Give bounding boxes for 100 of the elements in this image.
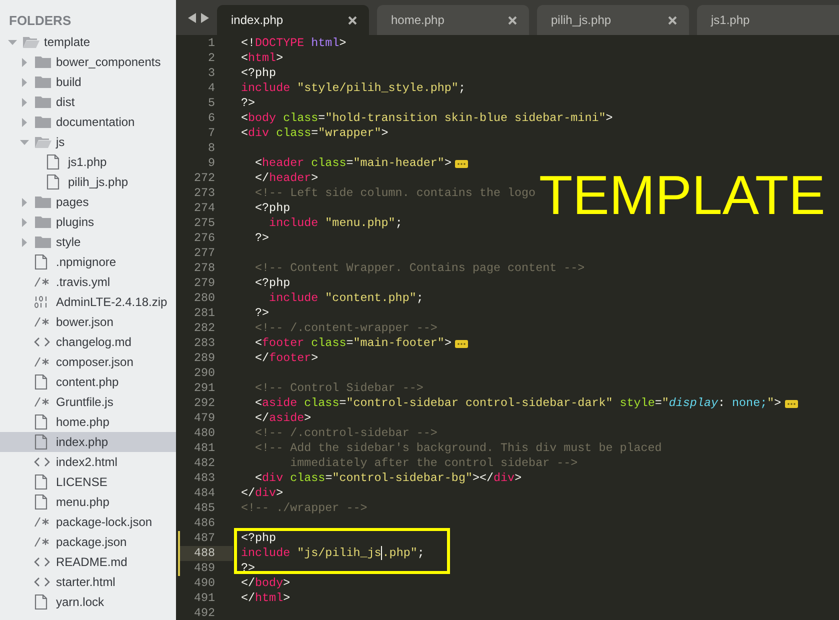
tree-item[interactable]: yarn.lock — [0, 592, 176, 612]
collapsed-arrow-icon[interactable] — [20, 218, 29, 226]
line-number: 489 — [192, 561, 216, 576]
file-icon — [46, 154, 60, 170]
close-icon[interactable] — [668, 16, 677, 24]
open-folder-icon — [22, 35, 40, 49]
code-line: <div class="control-sidebar-bg"></div> — [254, 471, 522, 486]
ellipsis-icon[interactable] — [455, 160, 468, 168]
file-icon — [34, 594, 48, 610]
tree-item[interactable]: changelog.md — [0, 332, 176, 352]
code-line: <aside class="control-sidebar control-sidebar-dark" style="display: none;"> — [254, 396, 782, 411]
file-icon — [34, 374, 48, 390]
code-line: <header class="main-header"> — [254, 156, 452, 171]
code-line: ?> — [241, 96, 256, 111]
tree-item[interactable]: pages — [0, 192, 176, 212]
code-line: <!-- Content Wrapper. Contains page content --> — [254, 261, 585, 276]
editor-tab[interactable]: index.php — [217, 5, 369, 35]
tree-item[interactable]: bower_components — [0, 52, 176, 72]
code-line: </div> — [241, 486, 284, 501]
tree-item[interactable]: LICENSE — [0, 472, 176, 492]
code-icon — [34, 577, 50, 587]
tree-item[interactable]: content.php — [0, 372, 176, 392]
tree-item[interactable]: package.json — [0, 532, 176, 552]
expanded-arrow-icon[interactable] — [20, 138, 29, 146]
file-icon — [34, 414, 48, 430]
tree-item[interactable]: style — [0, 232, 176, 252]
tree-item[interactable]: index.php — [0, 432, 176, 452]
code-line: </aside> — [254, 411, 312, 426]
line-number: 483 — [192, 471, 216, 486]
ellipsis-icon[interactable] — [785, 400, 798, 408]
comment-icon — [34, 397, 50, 407]
tree-item[interactable]: js1.php — [0, 152, 176, 172]
code-line: <!DOCTYPE html> — [241, 36, 346, 51]
code-line: <?php — [241, 66, 276, 81]
tree-item[interactable]: README.md — [0, 552, 176, 572]
collapsed-arrow-icon[interactable] — [20, 118, 29, 126]
tree-item[interactable]: package-lock.json — [0, 512, 176, 532]
code-line: include "style/pilih_style.php"; — [241, 81, 466, 96]
line-number: 280 — [192, 291, 216, 306]
line-number: 278 — [192, 261, 216, 276]
line-number: 487 — [192, 531, 216, 546]
close-icon[interactable] — [348, 16, 357, 24]
line-number: 5 — [206, 96, 216, 111]
tree-item[interactable]: pilih_js.php — [0, 172, 176, 192]
line-number: 485 — [192, 501, 216, 516]
tree-item[interactable]: build — [0, 72, 176, 92]
code-icon — [34, 557, 50, 567]
tree-item[interactable]: index2.html — [0, 452, 176, 472]
line-number: 490 — [192, 576, 216, 591]
line-number: 274 — [192, 201, 216, 216]
code-line: </header> — [254, 171, 318, 186]
tree-item[interactable]: AdminLTE-2.4.18.zip — [0, 292, 176, 312]
code-icon — [34, 457, 50, 467]
expanded-arrow-icon[interactable] — [8, 38, 17, 46]
line-number: 283 — [192, 336, 216, 351]
tree-item[interactable]: starter.html — [0, 572, 176, 592]
code-line: </html> — [241, 591, 290, 606]
collapsed-arrow-icon[interactable] — [20, 98, 29, 106]
editor-tab[interactable]: js1.php — [697, 5, 839, 35]
line-number: 1 — [206, 36, 216, 51]
collapsed-arrow-icon[interactable] — [20, 58, 29, 66]
line-number: 486 — [192, 516, 216, 531]
editor-tab[interactable]: home.php — [377, 5, 529, 35]
close-icon[interactable] — [508, 16, 517, 24]
code-line: ?> — [254, 231, 270, 246]
code-line: <!-- Left side column. contains the logo — [254, 186, 536, 201]
tree-item[interactable]: js — [0, 132, 176, 152]
tree-item[interactable]: home.php — [0, 412, 176, 432]
line-number: 6 — [206, 111, 216, 126]
tree-item[interactable]: menu.php — [0, 492, 176, 512]
code-line: <?php — [254, 276, 290, 291]
tree-item[interactable]: template — [0, 32, 176, 52]
editor-tab[interactable]: pilih_js.php — [537, 5, 689, 35]
ellipsis-icon[interactable] — [455, 340, 468, 348]
collapsed-arrow-icon[interactable] — [20, 198, 29, 206]
line-number: 484 — [192, 486, 216, 501]
line-number: 281 — [192, 306, 216, 321]
tree-item[interactable]: .travis.yml — [0, 272, 176, 292]
line-number: 479 — [192, 411, 216, 426]
forward-arrow-icon[interactable] — [201, 12, 209, 22]
line-number: 2 — [206, 51, 216, 66]
code-line: include "content.php"; — [268, 291, 424, 306]
tree-item[interactable]: documentation — [0, 112, 176, 132]
code-line: <!-- Control Sidebar --> — [254, 381, 424, 396]
collapsed-arrow-icon[interactable] — [20, 238, 29, 246]
line-number: 492 — [192, 606, 216, 620]
code-line: ?> — [254, 306, 270, 321]
line-number: 3 — [206, 66, 216, 81]
open-folder-icon — [34, 135, 52, 149]
tree-item[interactable]: plugins — [0, 212, 176, 232]
line-number: 276 — [192, 231, 216, 246]
tree-item[interactable]: .npmignore — [0, 252, 176, 272]
collapsed-arrow-icon[interactable] — [20, 78, 29, 86]
tree-item[interactable]: Gruntfile.js — [0, 392, 176, 412]
tree-item[interactable]: dist — [0, 92, 176, 112]
line-number: 279 — [192, 276, 216, 291]
tree-item[interactable]: bower.json — [0, 312, 176, 332]
back-arrow-icon[interactable] — [188, 12, 196, 22]
file-icon — [34, 474, 48, 490]
tree-item[interactable]: composer.json — [0, 352, 176, 372]
